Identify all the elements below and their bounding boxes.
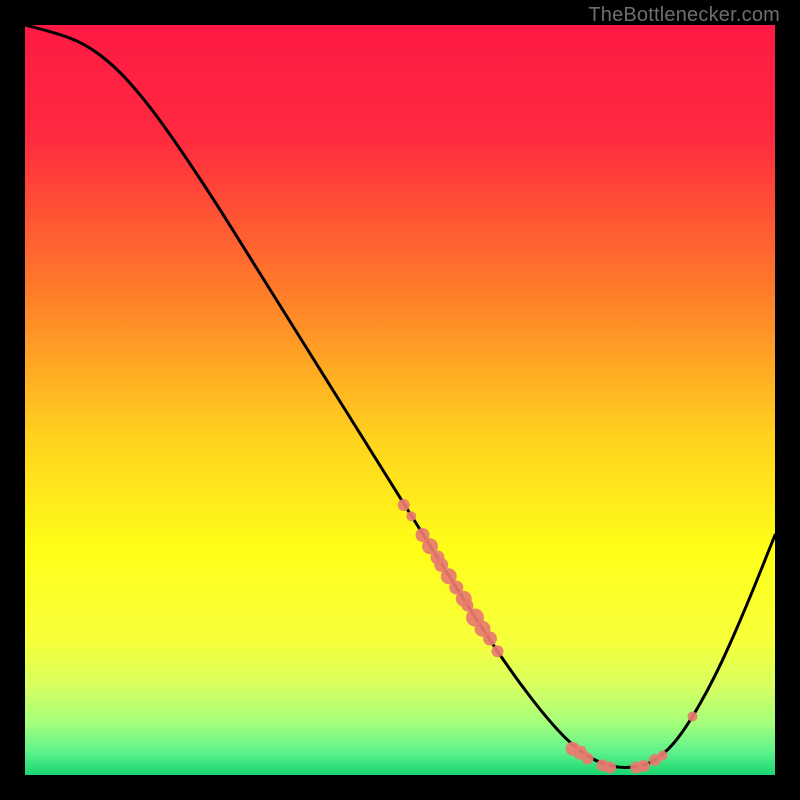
data-marker [398, 499, 410, 511]
data-marker [492, 645, 504, 657]
data-marker [604, 762, 616, 774]
data-marker [688, 712, 698, 722]
data-marker [658, 751, 668, 761]
data-marker [483, 632, 497, 646]
chart-container: TheBottlenecker.com [0, 0, 800, 800]
plot-area [25, 25, 775, 775]
chart-svg [25, 25, 775, 775]
attribution-label: TheBottlenecker.com [588, 4, 780, 27]
data-marker [406, 511, 416, 521]
gradient-background [25, 25, 775, 775]
data-marker [582, 753, 594, 765]
data-marker [638, 760, 650, 772]
